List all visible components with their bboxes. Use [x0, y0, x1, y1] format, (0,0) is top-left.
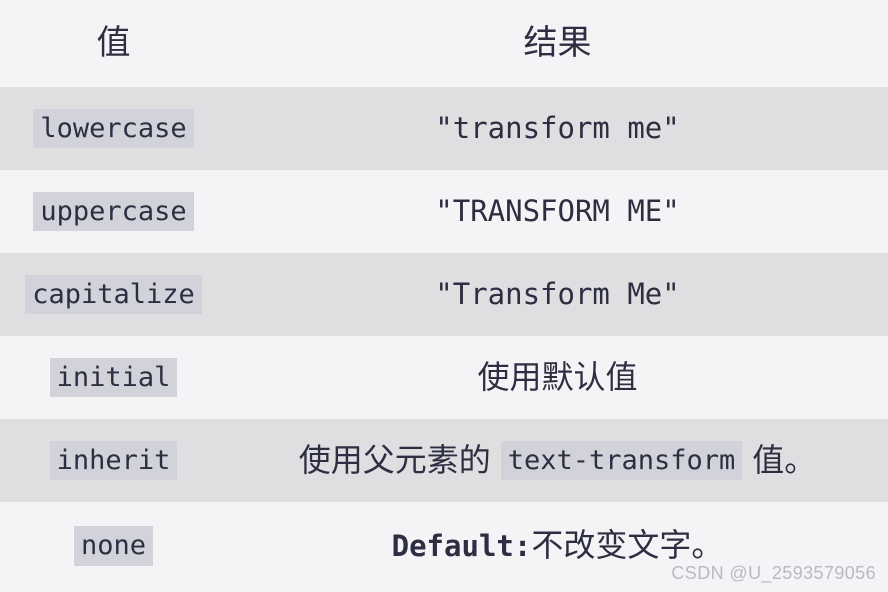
result-text: 使用默认值 [477, 358, 638, 395]
column-header-result: 结果 [523, 24, 592, 62]
value-cell: uppercase [0, 191, 227, 232]
result-text: 不改变文字。 [531, 527, 724, 564]
result-cell: "TRANSFORM ME" [227, 193, 888, 229]
column-header-value: 值 [96, 24, 131, 62]
value-code-chip: none [73, 526, 154, 566]
value-code-chip: inherit [49, 440, 178, 481]
value-cell: none [0, 526, 227, 566]
header-cell-value: 值 [0, 24, 227, 62]
result-rich-text: Default: 不改变文字。 [392, 525, 724, 567]
result-text-suffix: 值。 [752, 441, 817, 478]
value-cell: initial [0, 357, 227, 398]
table-row: capitalize "Transform Me" [0, 253, 888, 336]
result-default-label: Default: [391, 529, 532, 564]
table-header-row: 值 结果 [0, 0, 888, 87]
result-text: "Transform Me" [435, 277, 680, 312]
header-cell-result: 结果 [227, 24, 888, 62]
text-transform-values-table: 值 结果 lowercase "transform me" uppercase … [0, 0, 888, 590]
table-row: initial 使用默认值 [0, 336, 888, 419]
result-text: "TRANSFORM ME" [435, 194, 680, 229]
result-text: "transform me" [435, 111, 680, 146]
value-cell: capitalize [0, 274, 227, 315]
table-row: uppercase "TRANSFORM ME" [0, 170, 888, 253]
result-inline-code-chip: text-transform [500, 440, 743, 481]
value-code-chip: lowercase [33, 108, 194, 149]
value-code-chip: initial [49, 357, 178, 398]
result-text-prefix: 使用父元素的 [298, 441, 491, 478]
value-cell: lowercase [0, 108, 227, 149]
value-code-chip: capitalize [25, 274, 202, 315]
result-cell: "transform me" [227, 110, 888, 146]
result-cell: 使用默认值 [227, 357, 888, 399]
table-row: none Default: 不改变文字。 [0, 502, 888, 590]
value-code-chip: uppercase [33, 191, 194, 232]
table-row: lowercase "transform me" [0, 87, 888, 170]
table-row: inherit 使用父元素的 text-transform 值。 [0, 419, 888, 502]
result-cell: 使用父元素的 text-transform 值。 [227, 440, 888, 482]
result-cell: Default: 不改变文字。 [227, 525, 888, 567]
value-cell: inherit [0, 440, 227, 481]
result-cell: "Transform Me" [227, 276, 888, 312]
result-rich-text: 使用父元素的 text-transform 值。 [298, 440, 817, 482]
